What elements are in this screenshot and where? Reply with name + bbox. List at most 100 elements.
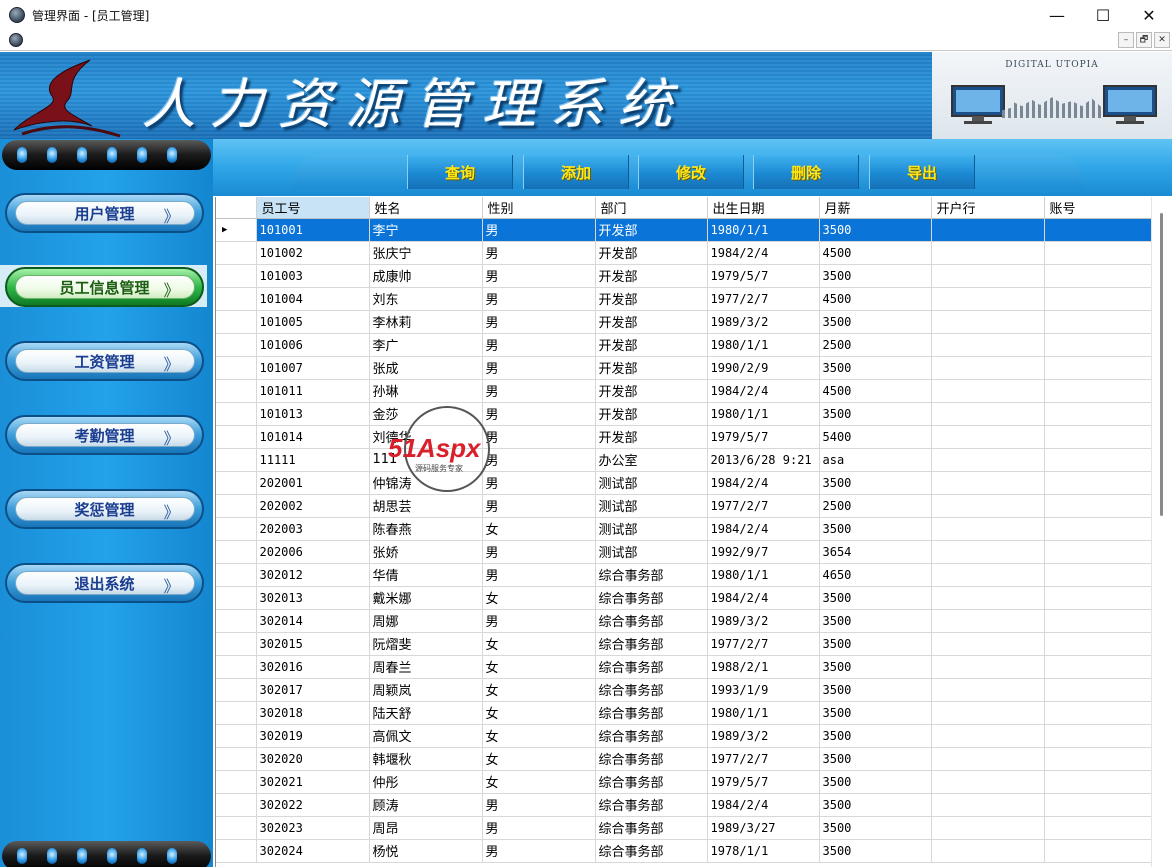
table-cell[interactable]: 综合事务部 <box>595 678 708 702</box>
table-cell[interactable] <box>931 448 1045 472</box>
table-cell[interactable]: 男 <box>482 287 596 311</box>
table-cell[interactable] <box>931 356 1045 380</box>
table-cell[interactable]: 3500 <box>819 264 932 288</box>
child-minimize-button[interactable]: – <box>1118 32 1134 48</box>
table-cell[interactable]: 开发部 <box>595 241 708 265</box>
scrollbar-thumb[interactable] <box>1160 213 1163 516</box>
table-cell[interactable] <box>931 264 1045 288</box>
minimize-button[interactable]: — <box>1034 0 1080 30</box>
table-cell[interactable]: 开发部 <box>595 218 708 242</box>
table-cell[interactable]: 202001 <box>256 471 370 495</box>
table-cell[interactable]: 女 <box>482 586 596 610</box>
table-cell[interactable] <box>931 586 1045 610</box>
sidebar-item-salary-management[interactable]: 工资管理 》 <box>5 341 204 381</box>
table-cell[interactable]: 男 <box>482 264 596 288</box>
child-restore-button[interactable]: 🗗 <box>1136 32 1152 48</box>
table-cell[interactable]: 男 <box>482 218 596 242</box>
row-header[interactable] <box>216 586 257 610</box>
table-cell[interactable]: 男 <box>482 241 596 265</box>
table-cell[interactable]: 1980/1/1 <box>707 701 820 725</box>
column-header[interactable]: 员工号 <box>256 197 370 219</box>
table-cell[interactable]: 1977/2/7 <box>707 747 820 771</box>
table-cell[interactable]: 302018 <box>256 701 370 725</box>
row-header[interactable] <box>216 609 257 633</box>
table-cell[interactable]: 3500 <box>819 402 932 426</box>
row-header[interactable] <box>216 287 257 311</box>
delete-button[interactable]: 删除 <box>753 155 859 189</box>
table-cell[interactable]: 1984/2/4 <box>707 793 820 817</box>
row-header[interactable] <box>216 379 257 403</box>
table-cell[interactable] <box>1044 402 1153 426</box>
table-cell[interactable] <box>1044 517 1153 541</box>
table-cell[interactable]: 3500 <box>819 655 932 679</box>
table-cell[interactable]: 开发部 <box>595 402 708 426</box>
table-cell[interactable] <box>931 241 1045 265</box>
table-cell[interactable]: 1979/5/7 <box>707 425 820 449</box>
table-row[interactable]: 101005 李林莉男开发部 1989/3/2 3500 <box>216 310 1153 334</box>
table-cell[interactable]: 韩堰秋 <box>369 747 483 771</box>
table-cell[interactable]: 综合事务部 <box>595 770 708 794</box>
column-header[interactable]: 开户行 <box>931 197 1045 219</box>
table-cell[interactable]: 1984/2/4 <box>707 379 820 403</box>
table-cell[interactable]: 开发部 <box>595 425 708 449</box>
table-cell[interactable]: 张成 <box>369 356 483 380</box>
table-cell[interactable]: 女 <box>482 724 596 748</box>
table-cell[interactable]: 3500 <box>819 839 932 863</box>
table-cell[interactable]: asa <box>819 448 932 472</box>
sidebar-item-exit-system[interactable]: 退出系统 》 <box>5 563 204 603</box>
table-cell[interactable] <box>931 494 1045 518</box>
table-cell[interactable]: 101002 <box>256 241 370 265</box>
table-cell[interactable]: 开发部 <box>595 310 708 334</box>
table-cell[interactable]: 101001 <box>256 218 370 242</box>
row-header[interactable] <box>216 563 257 587</box>
table-cell[interactable]: 302017 <box>256 678 370 702</box>
vertical-scrollbar[interactable] <box>1151 197 1172 867</box>
table-cell[interactable]: 综合事务部 <box>595 586 708 610</box>
table-cell[interactable]: 测试部 <box>595 517 708 541</box>
table-cell[interactable] <box>1044 816 1153 840</box>
table-cell[interactable] <box>931 816 1045 840</box>
table-cell[interactable] <box>1044 356 1153 380</box>
table-cell[interactable]: 杨悦 <box>369 839 483 863</box>
table-cell[interactable]: 1989/3/2 <box>707 609 820 633</box>
table-cell[interactable] <box>931 609 1045 633</box>
table-cell[interactable]: 1984/2/4 <box>707 241 820 265</box>
table-cell[interactable] <box>1044 264 1153 288</box>
table-cell[interactable]: 李林莉 <box>369 310 483 334</box>
table-cell[interactable]: 3654 <box>819 540 932 564</box>
table-cell[interactable] <box>1044 448 1153 472</box>
table-cell[interactable] <box>1044 701 1153 725</box>
table-cell[interactable]: 阮熠斐 <box>369 632 483 656</box>
table-cell[interactable]: 男 <box>482 793 596 817</box>
maximize-button[interactable]: ☐ <box>1080 0 1126 30</box>
table-cell[interactable]: 1989/3/2 <box>707 310 820 334</box>
column-header[interactable]: 月薪 <box>819 197 932 219</box>
table-cell[interactable]: 302015 <box>256 632 370 656</box>
table-cell[interactable]: 1989/3/27 <box>707 816 820 840</box>
table-cell[interactable] <box>931 793 1045 817</box>
table-cell[interactable]: 开发部 <box>595 379 708 403</box>
table-cell[interactable]: 男 <box>482 540 596 564</box>
table-cell[interactable]: 3500 <box>819 770 932 794</box>
table-cell[interactable]: 1984/2/4 <box>707 586 820 610</box>
table-cell[interactable] <box>931 701 1045 725</box>
table-row[interactable]: 101002 张庆宁男开发部 1984/2/4 4500 <box>216 241 1153 265</box>
table-cell[interactable]: 302012 <box>256 563 370 587</box>
table-cell[interactable]: 开发部 <box>595 264 708 288</box>
close-button[interactable]: ✕ <box>1126 0 1172 30</box>
table-cell[interactable]: 1979/5/7 <box>707 264 820 288</box>
table-cell[interactable]: 302023 <box>256 816 370 840</box>
row-header[interactable] <box>216 517 257 541</box>
table-row[interactable]: 101004 刘东男开发部 1977/2/7 4500 <box>216 287 1153 311</box>
table-cell[interactable]: 3500 <box>819 816 932 840</box>
table-cell[interactable]: 男 <box>482 816 596 840</box>
table-cell[interactable]: 1984/2/4 <box>707 471 820 495</box>
table-cell[interactable]: 综合事务部 <box>595 609 708 633</box>
table-cell[interactable]: 李广 <box>369 333 483 357</box>
table-row[interactable]: 101013 金莎男开发部 1980/1/1 3500 <box>216 402 1153 426</box>
table-cell[interactable]: 302020 <box>256 747 370 771</box>
row-header[interactable] <box>216 402 257 426</box>
table-cell[interactable]: 4500 <box>819 379 932 403</box>
table-cell[interactable]: 101013 <box>256 402 370 426</box>
table-cell[interactable]: 综合事务部 <box>595 724 708 748</box>
